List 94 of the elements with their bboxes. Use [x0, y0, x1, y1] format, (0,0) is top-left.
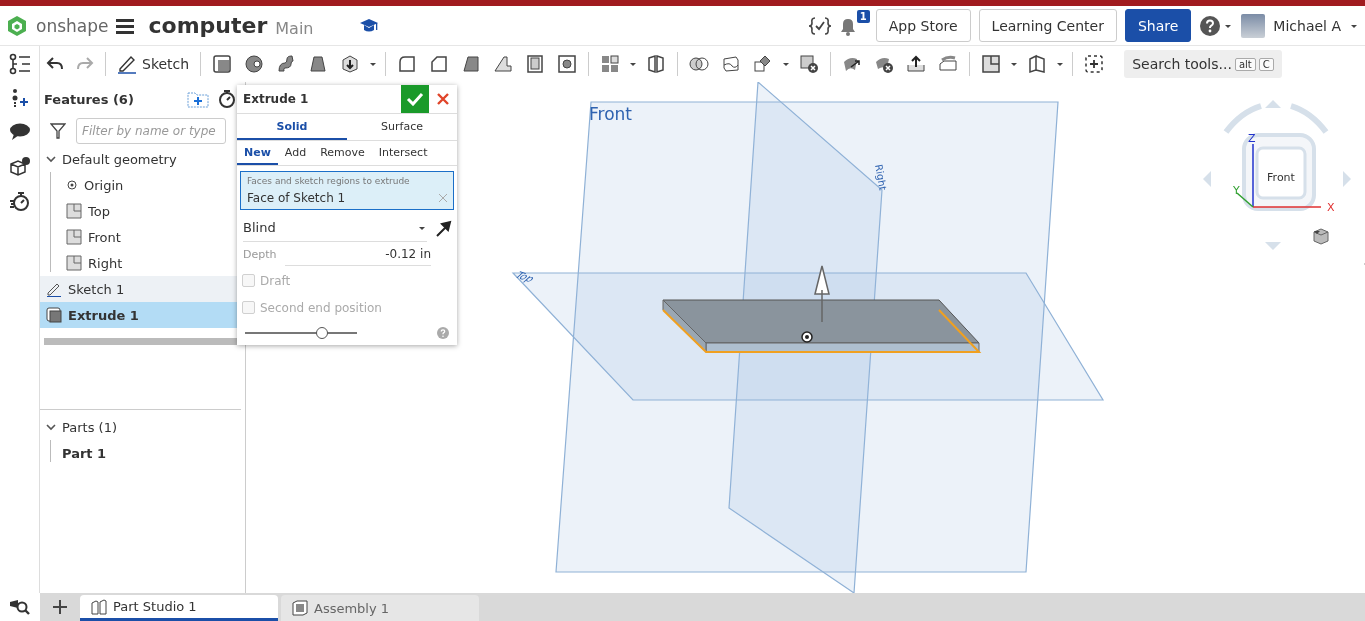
- field-value: Face of Sketch 1: [247, 191, 346, 205]
- box-wave-tool-icon[interactable]: [721, 54, 742, 74]
- pipe-tool-icon[interactable]: [276, 54, 297, 74]
- frustum-tool-icon[interactable]: [308, 54, 329, 74]
- selection-field[interactable]: Faces and sketch regions to extrude Face of Sketch 1: [240, 171, 454, 210]
- axis-label: Y: [1233, 184, 1240, 197]
- axis-label: Z: [1248, 132, 1256, 145]
- search-tools-field[interactable]: Search tools... alt C: [1124, 50, 1282, 78]
- part-studio-icon: [90, 597, 108, 616]
- stopwatch-icon[interactable]: [217, 89, 237, 109]
- variable-bracket-icon[interactable]: [807, 14, 832, 37]
- wedge-tool-icon[interactable]: [461, 54, 482, 74]
- plus-icon: [52, 599, 68, 615]
- document-tab[interactable]: Part Studio 1: [80, 595, 278, 621]
- filter-field[interactable]: Filter by name or type: [76, 118, 226, 144]
- plane-label: Right: [873, 163, 889, 192]
- pencil-icon: [117, 54, 137, 74]
- pencil-icon: [46, 281, 62, 297]
- share-button[interactable]: Share: [1124, 9, 1192, 42]
- box-x-tool-icon[interactable]: [799, 54, 820, 74]
- origin-marker: [801, 331, 813, 343]
- option-label: Draft: [260, 273, 291, 288]
- type-tab[interactable]: Solid: [237, 114, 347, 140]
- shaded-cube-icon[interactable]: [1312, 227, 1330, 245]
- features-title: Features (6): [44, 91, 135, 107]
- depth-label: Depth: [243, 247, 278, 261]
- plane-label: Front: [589, 104, 632, 124]
- chevron-icon: [46, 154, 56, 164]
- shell-tool-icon[interactable]: [525, 54, 546, 74]
- assembly-icon: [291, 599, 309, 617]
- scrollbar[interactable]: [44, 338, 237, 345]
- check-icon: [406, 92, 424, 106]
- disc-tool-icon[interactable]: [244, 54, 265, 74]
- depth-field[interactable]: -0.12 in: [285, 242, 431, 266]
- undo-icon[interactable]: [46, 56, 64, 72]
- user-name[interactable]: Michael A: [1273, 17, 1341, 34]
- workspace-name: Main: [275, 19, 314, 38]
- tray-arrow-tool-icon[interactable]: [906, 54, 927, 74]
- help-icon[interactable]: [1199, 14, 1222, 37]
- cube-question-icon[interactable]: [8, 156, 31, 176]
- axis-label: X: [1327, 201, 1335, 214]
- dialog-title: Extrude 1: [243, 92, 310, 106]
- book-tool-icon[interactable]: [646, 54, 667, 74]
- plane-icon: [66, 229, 82, 245]
- bell-icon[interactable]: [839, 17, 856, 36]
- plane-label: Top: [511, 269, 538, 285]
- point-icon: [66, 179, 78, 191]
- accept-button[interactable]: [401, 85, 429, 113]
- header-button[interactable]: Learning Center: [978, 9, 1117, 42]
- slider-thumb[interactable]: [316, 327, 329, 339]
- panels-tool-icon[interactable]: [1027, 54, 1048, 74]
- tree-item[interactable]: Front: [40, 224, 245, 250]
- flip-arrow-icon[interactable]: [435, 219, 453, 237]
- comment-icon[interactable]: [8, 122, 31, 142]
- tray-tool-icon[interactable]: [938, 54, 959, 74]
- sketch-button[interactable]: Sketch: [111, 49, 196, 79]
- extrude-icon: [46, 307, 62, 323]
- box-arrow-tool-icon[interactable]: [340, 54, 361, 74]
- document-title: computer: [148, 13, 268, 38]
- avatar-image[interactable]: [1241, 13, 1266, 38]
- field-label: Faces and sketch regions to extrude: [247, 176, 411, 186]
- hole-tool-icon[interactable]: [557, 54, 578, 74]
- extruded-plate[interactable]: [662, 299, 982, 353]
- brand-name: onshape: [36, 15, 109, 36]
- rounded-box-tool-icon[interactable]: [397, 54, 418, 74]
- notification-badge: 1: [856, 9, 870, 23]
- cube-tool-icon[interactable]: [212, 54, 233, 74]
- parts-header[interactable]: Parts (1): [40, 414, 241, 440]
- close-icon: [437, 93, 449, 105]
- zoom-window-icon[interactable]: [9, 599, 31, 615]
- chamfer-box-tool-icon[interactable]: [429, 54, 450, 74]
- filter-icon[interactable]: [50, 123, 66, 139]
- direction-arrow[interactable]: [814, 265, 830, 323]
- plane-icon: [66, 203, 82, 219]
- plane-icon: [66, 255, 82, 271]
- grid-tool-icon[interactable]: [600, 54, 621, 74]
- chevron-icon: [46, 422, 56, 432]
- header-button[interactable]: App Store: [875, 9, 971, 42]
- add-folder-icon[interactable]: [187, 90, 209, 108]
- cube-face-label: Front: [1267, 171, 1295, 184]
- rib-tool-icon[interactable]: [493, 54, 514, 74]
- plane-tool-icon[interactable]: [981, 54, 1002, 74]
- dashed-plus-tool-icon[interactable]: [1084, 54, 1105, 74]
- end-type-dropdown[interactable]: Blind: [243, 214, 427, 242]
- menu-icon[interactable]: [116, 17, 135, 34]
- option-label: Second end position: [260, 300, 382, 315]
- logo-icon[interactable]: [6, 14, 28, 37]
- tree-item[interactable]: Right: [40, 250, 245, 276]
- document-tab[interactable]: Assembly 1: [281, 595, 479, 621]
- operation-tab[interactable]: New: [237, 141, 278, 165]
- stopwatch-icon[interactable]: [8, 190, 31, 212]
- part-item[interactable]: Part 1: [40, 440, 241, 466]
- rings-tool-icon[interactable]: [689, 54, 710, 74]
- feature-list-icon[interactable]: [8, 53, 31, 75]
